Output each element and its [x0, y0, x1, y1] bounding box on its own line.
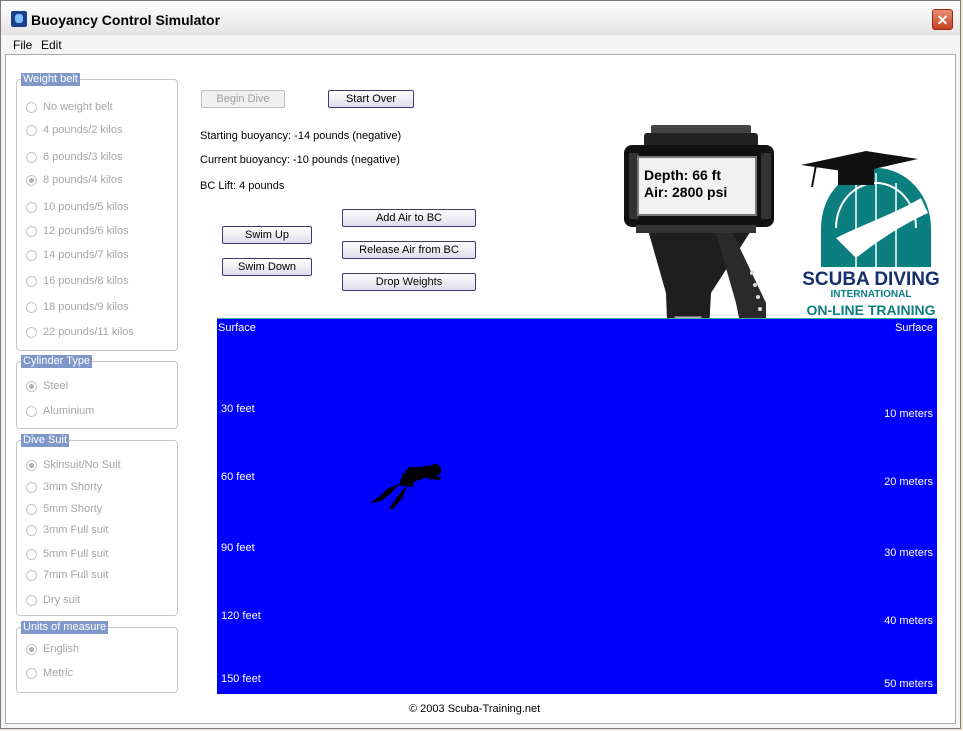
radio-selected-icon [26, 175, 37, 186]
units-legend: Units of measure [21, 621, 109, 634]
depth-label-20m: 20 meters [884, 476, 933, 488]
radio-circle-icon [26, 525, 37, 536]
radio-circle-icon [26, 327, 37, 338]
simulator-panel: Weight belt No weight belt 4 pounds/2 ki… [5, 54, 956, 724]
swim-up-button[interactable]: Swim Up [222, 226, 312, 244]
current-buoyancy: Current buoyancy: -10 pounds (negative) [200, 154, 400, 166]
radio-circle-icon [26, 482, 37, 493]
radio-circle-icon [26, 406, 37, 417]
swim-down-button[interactable]: Swim Down [222, 258, 312, 276]
radio-circle-icon [26, 102, 37, 113]
bc-lift: BC Lift: 4 pounds [200, 180, 285, 192]
radio-circle-icon [26, 152, 37, 163]
radio-circle-icon [26, 202, 37, 213]
depth-readout: Depth: 66 ft [644, 167, 721, 183]
sdi-logo: SCUBA DIVING INTERNATIONAL ON-LINE TRAIN… [801, 151, 940, 318]
depth-label-30m: 30 meters [884, 547, 933, 559]
logo-line3: ON-LINE TRAINING [806, 302, 935, 318]
radio-circle-icon [26, 125, 37, 136]
depth-label-surface-left: Surface [218, 322, 256, 334]
dive-suit-legend: Dive Suit [21, 434, 70, 447]
weight-belt-group: Weight belt No weight belt 4 pounds/2 ki… [16, 73, 178, 351]
air-readout: Air: 2800 psi [644, 184, 727, 200]
depth-label-surface-right: Surface [895, 322, 933, 334]
units-group: Units of measure English Metric [16, 621, 178, 693]
radio-circle-icon [26, 668, 37, 679]
cylinder-type-group: Cylinder Type Steel Aluminium [16, 355, 178, 429]
radio-circle-icon [26, 226, 37, 237]
radio-circle-icon [26, 570, 37, 581]
radio-circle-icon [26, 549, 37, 560]
depth-label-60ft: 60 feet [221, 471, 255, 483]
release-air-button[interactable]: Release Air from BC [342, 241, 476, 259]
diver-app-icon [11, 11, 27, 27]
weight-belt-legend: Weight belt [21, 73, 80, 86]
depth-label-10m: 10 meters [884, 408, 933, 420]
start-over-button[interactable]: Start Over [328, 90, 414, 108]
drop-weights-button[interactable]: Drop Weights [342, 273, 476, 291]
radio-circle-icon [26, 504, 37, 515]
menu-edit[interactable]: Edit [41, 38, 62, 52]
radio-selected-icon [26, 460, 37, 471]
begin-dive-button[interactable]: Begin Dive [201, 90, 285, 108]
menu-bar: File Edit [1, 35, 960, 55]
close-button[interactable]: ✕ [932, 9, 953, 30]
window-title: Buoyancy Control Simulator [31, 12, 221, 28]
cylinder-type-legend: Cylinder Type [21, 355, 93, 368]
title-bar[interactable]: Buoyancy Control Simulator ✕ [1, 1, 960, 36]
depth-label-90ft: 90 feet [221, 542, 255, 554]
menu-file[interactable]: File [13, 38, 32, 52]
add-air-button[interactable]: Add Air to BC [342, 209, 476, 227]
depth-label-30ft: 30 feet [221, 403, 255, 415]
radio-circle-icon [26, 302, 37, 313]
depth-label-40m: 40 meters [884, 615, 933, 627]
copyright: © 2003 Scuba-Training.net [409, 703, 541, 715]
radio-circle-icon [26, 595, 37, 606]
radio-circle-icon [26, 250, 37, 261]
logo-line1: SCUBA DIVING [802, 269, 940, 290]
logo-line2: INTERNATIONAL [831, 289, 912, 300]
diver-icon [369, 464, 441, 509]
radio-circle-icon [26, 276, 37, 287]
radio-selected-icon [26, 381, 37, 392]
water-column: Surface 30 feet 60 feet 90 feet 120 feet… [217, 318, 937, 694]
radio-selected-icon [26, 644, 37, 655]
depth-label-150ft: 150 feet [221, 673, 261, 685]
depth-label-50m: 50 meters [884, 678, 933, 690]
depth-label-120ft: 120 feet [221, 610, 261, 622]
dive-suit-group: Dive Suit Skinsuit/No Suit 3mm Shorty 5m… [16, 434, 178, 616]
starting-buoyancy: Starting buoyancy: -14 pounds (negative) [200, 130, 402, 142]
